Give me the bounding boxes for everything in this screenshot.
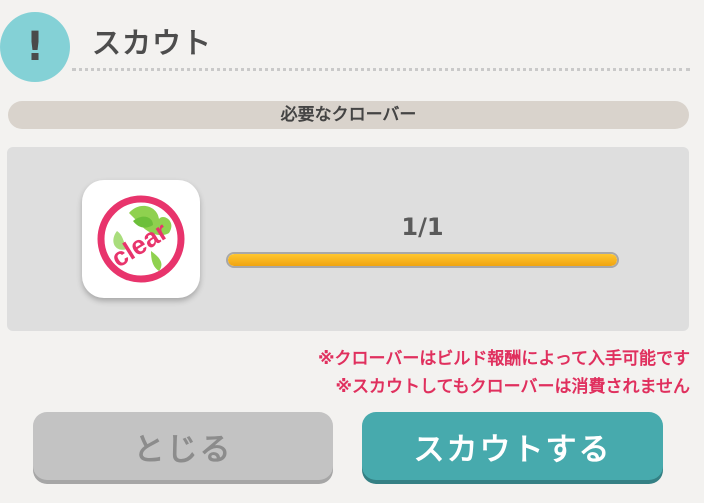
title-divider [72,68,690,71]
clover-progress-fill [228,254,617,266]
clear-clover-icon: clear [82,180,200,298]
exclamation-icon: ! [0,12,70,82]
note-not-consumed: ※スカウトしてもクローバーは消費されません [335,377,691,397]
note-acquire: ※クローバーはビルド報酬によって入手可能です [318,349,690,369]
scout-dialog: ! スカウト 必要なクローバー clear 1/1 ※クローバーはビルド報酬によ… [0,0,704,503]
clover-progress-bar [226,252,619,268]
close-button[interactable]: とじる [33,412,333,480]
dialog-title: スカウト [92,26,213,60]
required-clover-header: 必要なクローバー [8,101,689,129]
clover-count: 1/1 [401,213,444,241]
scout-button[interactable]: スカウトする [362,412,663,480]
